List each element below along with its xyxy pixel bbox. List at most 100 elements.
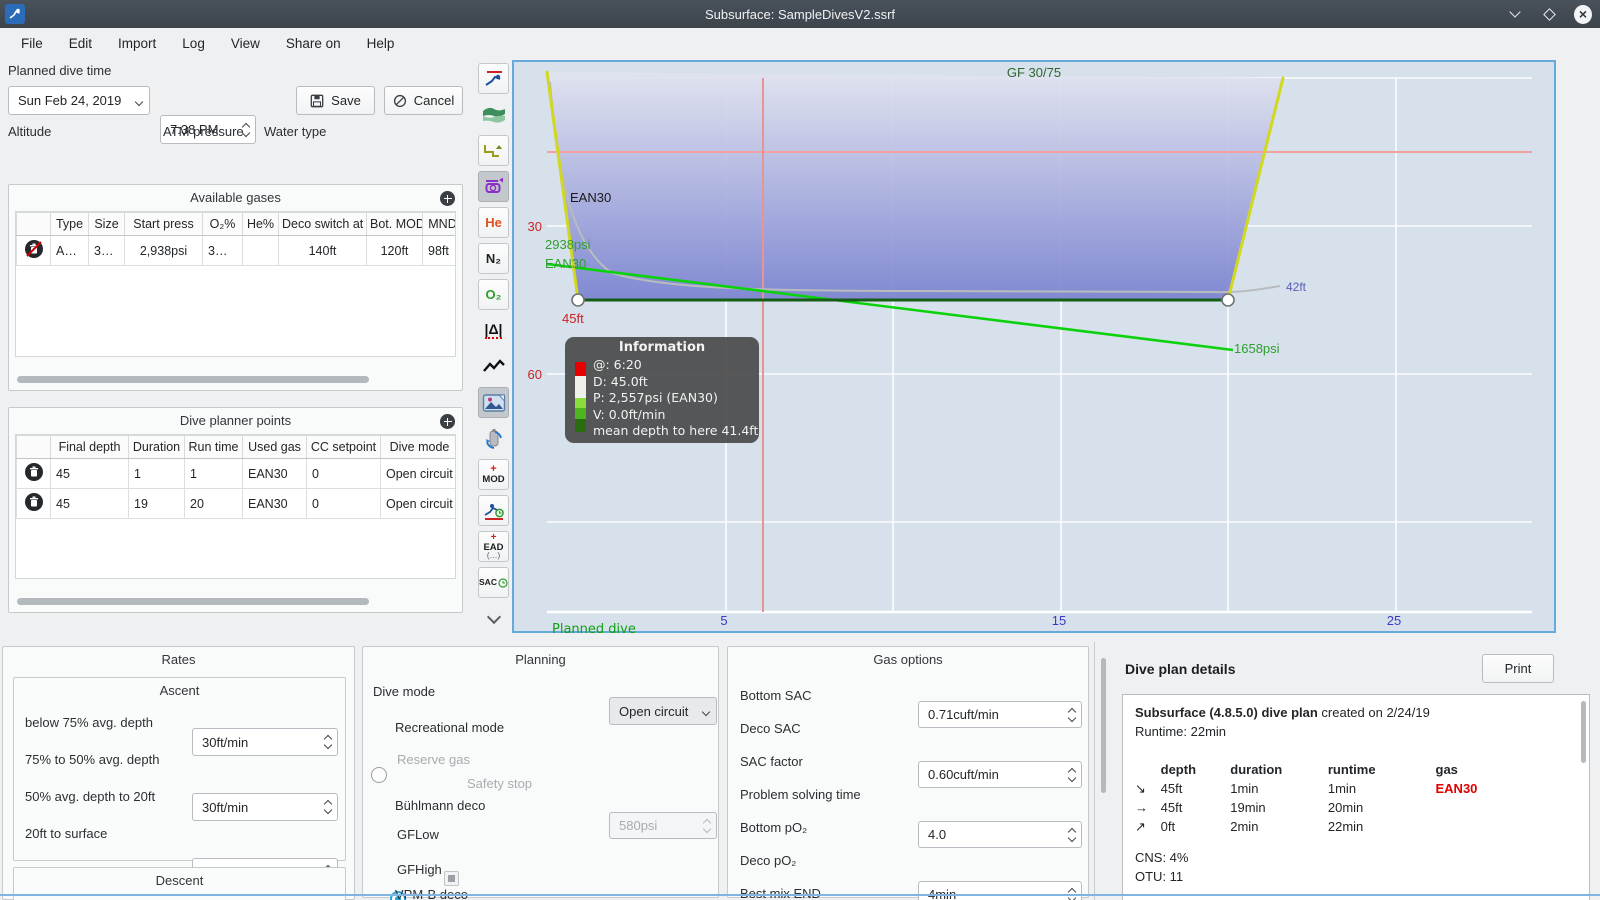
delete-gas-forbidden-icon[interactable] [24,239,44,259]
settings-vertical-scrollbar[interactable] [1101,658,1106,793]
rate-spinbox-2[interactable]: 30ft/min [192,793,338,821]
gases-col-startpress[interactable]: Start press [124,212,203,236]
menu-edit[interactable]: Edit [56,32,105,55]
delete-point-icon[interactable] [24,462,44,482]
gas-type[interactable]: A… [50,235,89,266]
toolbar-salinity-button[interactable] [478,99,509,130]
menu-file[interactable]: File [8,32,56,55]
planner-point-handle[interactable] [571,293,585,307]
delete-point-icon[interactable] [24,492,44,512]
gases-col-o2[interactable]: O₂% [202,212,243,236]
point-gas[interactable]: EAN30 [242,458,307,489]
point-divemode[interactable]: Open circuit [380,488,455,519]
toolbar-deco-time-button[interactable] [478,495,509,526]
table-row[interactable]: 45 1 1 EAN30 0 Open circuit [16,458,455,489]
recreational-mode-radio[interactable] [371,767,387,783]
menu-view[interactable]: View [218,32,273,55]
menu-help[interactable]: Help [354,32,408,55]
planner-col-depth[interactable]: Final depth [50,435,129,459]
dive-profile-chart[interactable]: GF 30/75 EAN30 30 60 2938psi EAN30 45ft … [512,60,1556,637]
menu-import[interactable]: Import [105,32,169,55]
dive-mode-combobox[interactable]: Open circuit [609,697,717,725]
gases-col-type[interactable]: Type [50,212,89,236]
plan-text-scrollbar[interactable] [1581,701,1586,763]
toolbar-mod-button[interactable]: + MOD [478,459,509,490]
gases-horizontal-scrollbar[interactable] [17,376,369,383]
toolbar-dive-ceiling-button[interactable] [478,63,509,94]
panel-splitter[interactable] [1094,642,1095,900]
spinner-arrows[interactable] [323,734,333,750]
cancel-button[interactable]: Cancel [384,86,463,115]
gas-bot-mod[interactable]: 120ft [366,235,423,266]
toolbar-sac-button[interactable]: SAC [478,567,509,598]
planner-col-duration[interactable]: Duration [128,435,185,459]
dive-plan-text[interactable]: Subsurface (4.8.5.0) dive plan created o… [1122,694,1590,900]
spinner-arrows[interactable] [1067,827,1077,842]
toolbar-tissue-button[interactable]: |Δ| [478,315,509,346]
table-row[interactable]: 45 19 20 EAN30 0 Open circuit [16,488,455,519]
planner-point-handle[interactable] [1221,293,1235,307]
toolbar-heartrate-button[interactable] [478,351,509,382]
point-depth[interactable]: 45 [50,488,129,519]
gases-col-he[interactable]: He% [242,212,279,236]
chevron-down-glyph [1509,6,1521,18]
titlebar[interactable]: Subsurface: SampleDivesV2.ssrf × [0,0,1600,28]
spinner-arrows[interactable] [241,122,251,137]
gas-o2[interactable]: 3… [202,235,243,266]
point-setpoint[interactable]: 0 [306,458,381,489]
print-button[interactable]: Print [1482,654,1554,683]
toolbar-ead-button[interactable]: + EAD (…) [478,531,509,562]
point-divemode[interactable]: Open circuit [380,458,455,489]
problem-time-spinbox[interactable]: 4min [918,881,1082,900]
point-runtime[interactable]: 20 [184,488,243,519]
rate-spinbox-1[interactable]: 30ft/min [192,728,338,756]
point-depth[interactable]: 45 [50,458,129,489]
point-gas[interactable]: EAN30 [242,488,307,519]
bottom-sac-spinbox[interactable]: 0.71cuft/min [918,701,1082,728]
maximize-icon[interactable] [1540,5,1558,23]
planner-horizontal-scrollbar[interactable] [17,598,369,605]
toolbar-po2-button[interactable]: O₂ [478,279,509,310]
gases-col-botmod[interactable]: Bot. MOD [366,212,423,236]
table-row[interactable]: A… 3… 2,938psi 3… 140ft 120ft 98ft [16,235,455,266]
spinner-arrows[interactable] [323,799,333,815]
planner-col-setpoint[interactable]: CC setpoint [306,435,381,459]
photo-icon [482,393,505,412]
sac-factor-spinbox[interactable]: 4.0 [918,821,1082,848]
gas-he[interactable] [242,235,279,266]
plan-row: ↗ 0ft 2min 22min [1135,817,1577,836]
add-gas-icon[interactable] [440,191,455,206]
minimize-icon[interactable] [1506,5,1524,23]
toolbar-setpoint-button[interactable] [478,171,509,202]
toolbar-calculated-ceiling-button[interactable] [478,135,509,166]
planner-col-runtime[interactable]: Run time [184,435,243,459]
dive-date-combobox[interactable]: Sun Feb 24, 2019 [8,86,150,115]
point-setpoint[interactable]: 0 [306,488,381,519]
menu-share-on[interactable]: Share on [273,32,354,55]
toolbar-pheatmap-he-button[interactable]: He [478,207,509,238]
gas-deco-switch[interactable]: 140ft [278,235,367,266]
close-icon[interactable]: × [1574,4,1592,24]
deco-sac-spinbox[interactable]: 0.60cuft/min [918,761,1082,788]
save-button[interactable]: Save [296,86,375,115]
planner-col-gas[interactable]: Used gas [242,435,307,459]
menu-log[interactable]: Log [169,32,218,55]
gases-col-mnd[interactable]: MND [422,212,455,236]
point-runtime[interactable]: 1 [184,458,243,489]
spinner-arrows[interactable] [1067,767,1077,782]
gases-col-size[interactable]: Size [88,212,125,236]
toolbar-photos-button[interactable] [478,387,509,418]
spinner-arrows[interactable] [1067,707,1077,722]
add-planner-point-icon[interactable] [440,414,455,429]
profile-step-icon [483,144,502,157]
toolbar-tankbar-button[interactable] [478,423,509,454]
point-duration[interactable]: 19 [128,488,185,519]
gases-col-decoswitch[interactable]: Deco switch at [278,212,367,236]
gas-start-press[interactable]: 2,938psi [124,235,203,266]
planner-col-divemode[interactable]: Dive mode [380,435,455,459]
gas-mnd[interactable]: 98ft [422,235,455,266]
toolbar-pn2-button[interactable]: N₂ [478,243,509,274]
point-duration[interactable]: 1 [128,458,185,489]
toolbar-scroll-down-icon[interactable] [483,609,505,626]
gas-size[interactable]: 3… [88,235,125,266]
